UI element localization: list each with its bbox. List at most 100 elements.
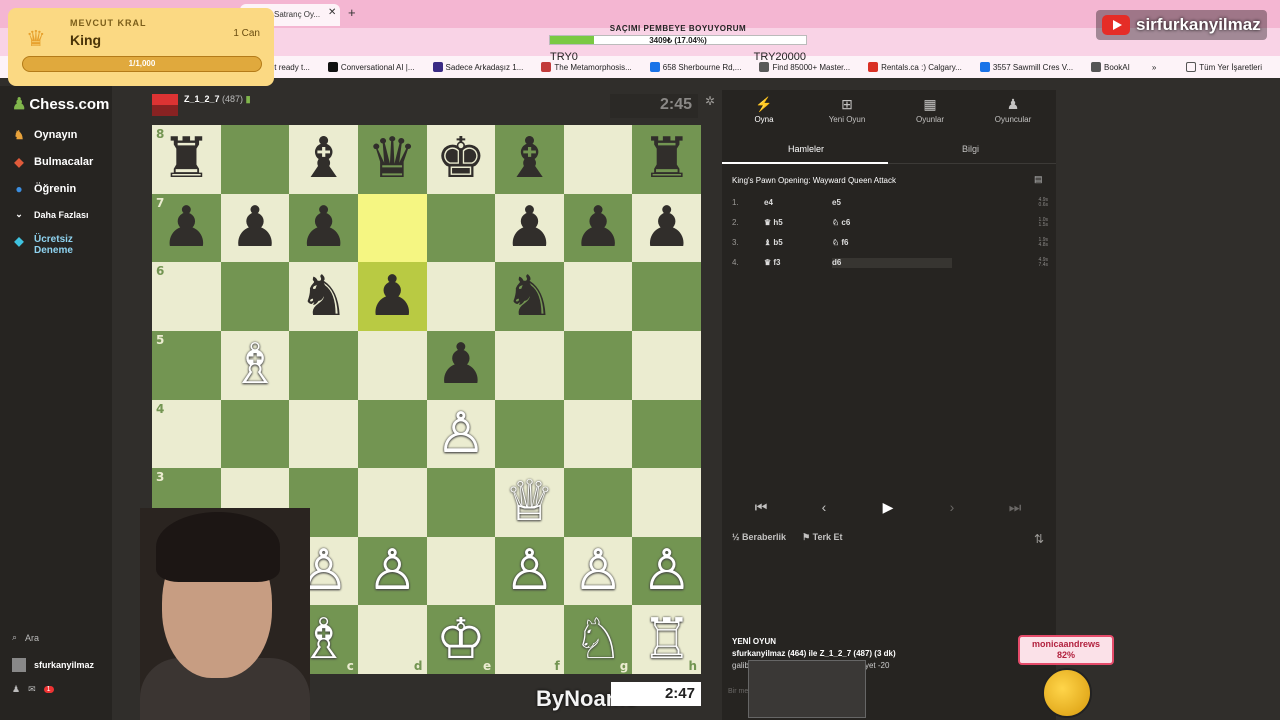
board-square[interactable]: ♝ [495,125,564,194]
board-square[interactable] [563,262,633,331]
board-square[interactable]: ♙ [495,536,564,606]
board-square[interactable] [632,330,701,400]
book-icon[interactable]: ▤ [1034,174,1043,185]
tab-play[interactable]: ⚡ Oyna [724,96,804,124]
board-square[interactable] [289,399,358,469]
board-square[interactable] [357,330,427,400]
board-square[interactable]: ♙ [632,536,701,606]
draw-button[interactable]: ½ Beraberlik [732,532,786,543]
board-square[interactable] [563,125,633,194]
board-square[interactable]: f [495,605,564,674]
board-square[interactable]: ♟ [357,262,427,331]
black-piece[interactable]: ♟ [298,199,348,256]
bookmark-item[interactable]: Conversational AI |... [327,62,415,72]
board-square[interactable]: ♟ [289,193,358,263]
board-square[interactable]: ♜ [632,125,701,194]
mail-icon[interactable]: ✉ [28,684,36,695]
board-square[interactable]: ♖ h [632,605,701,674]
chesscom-logo[interactable]: ♟ Chess.com [12,94,109,114]
board-square[interactable] [495,399,564,469]
board-square[interactable]: ♜ 8 [152,125,221,194]
bookmark-item[interactable]: BookAI [1091,62,1130,72]
sidebar-item-play[interactable]: ♞ Oynayın [12,128,78,142]
board-square[interactable]: ♞ [289,262,358,331]
board-square[interactable]: d [357,605,427,674]
board-square[interactable] [426,193,496,263]
tab-players[interactable]: ♟ Oyuncular [973,96,1053,124]
board-square[interactable]: ♟ 7 [152,193,221,263]
white-move[interactable]: ♛ h5 [764,218,832,228]
black-piece[interactable]: ♜ [161,131,211,187]
board-square[interactable]: ♞ [495,262,564,331]
black-move[interactable]: ♘ c6 [832,218,952,228]
board-square[interactable]: 4 [152,399,221,469]
board-square[interactable] [495,330,564,400]
black-piece[interactable]: ♟ [642,199,692,256]
board-square[interactable] [563,468,633,537]
next-move-button[interactable]: › [925,494,979,520]
board-square[interactable]: ♝ [289,125,358,194]
board-square[interactable]: ♙ [426,399,496,469]
bookmark-all[interactable]: Tüm Yer İşaretleri [1186,62,1262,72]
black-piece[interactable]: ♝ [504,131,554,187]
black-piece[interactable]: ♟ [230,199,280,256]
black-piece[interactable]: ♞ [298,268,348,325]
black-piece[interactable]: ♟ [436,337,486,393]
board-square[interactable] [220,399,290,469]
new-tab-icon[interactable]: + [348,5,356,20]
close-tab-icon[interactable]: ✕ [328,7,336,18]
gear-icon[interactable]: ✲ [705,94,715,108]
sidebar-item-free-trial[interactable]: ◆ Ücretsiz Deneme [12,234,94,256]
opponent-info[interactable]: Z_1_2_7 (487) ▮ [184,94,251,105]
black-move[interactable]: ♘ f6 [832,238,952,248]
board-square[interactable] [426,468,496,537]
white-piece[interactable]: ♖ [642,611,692,668]
sidebar-user[interactable]: sfurkanyilmaz [12,658,94,672]
tab-info[interactable]: Bilgi [962,144,979,154]
white-piece[interactable]: ♙ [367,543,417,599]
board-square[interactable]: ♗ [220,330,290,400]
white-piece[interactable]: ♕ [504,474,554,530]
board-square[interactable]: 6 [152,262,221,331]
tab-games[interactable]: ▦ Oyunlar [890,96,970,124]
bookmark-item[interactable]: 3557 Sawmill Cres V... [979,62,1073,72]
black-piece[interactable]: ♜ [642,131,692,187]
sidebar-item-more[interactable]: ⌄ Daha Fazlası [12,209,88,220]
black-piece[interactable]: ♝ [298,131,348,187]
board-square[interactable]: ♟ [495,193,564,263]
black-piece[interactable]: ♟ [504,199,554,256]
board-square[interactable] [357,193,427,263]
resign-button[interactable]: ⚑ Terk Et [802,532,842,543]
board-square[interactable]: ♟ [563,193,633,263]
sidebar-search[interactable]: ⌕ Ara [12,632,39,643]
board-square[interactable]: ♟ [426,330,496,400]
white-move[interactable]: ♝ b5 [764,238,832,248]
board-square[interactable] [632,399,701,469]
white-piece[interactable]: ♙ [642,543,692,599]
black-piece[interactable]: ♟ [367,268,417,325]
black-piece[interactable]: ♞ [504,268,554,325]
white-piece[interactable]: ♗ [230,337,280,393]
flip-board-icon[interactable]: ⇅ [1034,532,1044,546]
sidebar-item-puzzles[interactable]: ◆ Bulmacalar [12,155,93,169]
board-square[interactable]: 5 [152,330,221,400]
board-square[interactable] [563,399,633,469]
more-bookmarks-icon[interactable]: » [1152,63,1156,72]
black-piece[interactable]: ♛ [367,131,417,187]
board-square[interactable]: ♙ [357,536,427,606]
board-square[interactable] [220,262,290,331]
black-move[interactable]: e5 [832,198,952,208]
board-square[interactable] [632,468,701,537]
board-square[interactable]: ♛ [357,125,427,194]
opening-name[interactable]: King's Pawn Opening: Wayward Queen Attac… [732,176,896,185]
white-piece[interactable]: ♙ [504,543,554,599]
sidebar-item-learn[interactable]: ● Öğrenin [12,182,76,196]
last-move-button[interactable]: ⏭ [988,494,1042,520]
board-square[interactable]: ♚ [426,125,496,194]
board-square[interactable] [220,125,290,194]
tab-moves[interactable]: Hamleler [788,144,824,154]
board-square[interactable]: ♟ [632,193,701,263]
bookmark-item[interactable]: Sadece Arkadaşız 1... [432,62,523,72]
board-square[interactable]: ♕ [495,468,564,537]
white-move[interactable]: ♛ f3 [764,258,832,268]
